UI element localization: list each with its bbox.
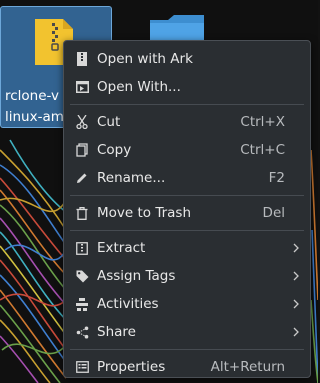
chevron-right-icon (293, 243, 299, 253)
chevron-right-icon (293, 299, 299, 309)
menu-item-label: Share (97, 324, 136, 340)
menu-separator (70, 104, 304, 105)
tag-icon (75, 269, 89, 283)
menu-item-copy[interactable]: Copy Ctrl+C (64, 136, 310, 164)
menu-item-label: Rename... (97, 170, 166, 186)
menu-item-activities[interactable]: Activities (64, 290, 310, 318)
menu-item-open-with[interactable]: Open With... (64, 73, 310, 101)
menu-item-label: Cut (97, 114, 121, 130)
copy-icon (75, 143, 89, 157)
menu-item-label: Properties (97, 359, 166, 375)
menu-item-properties[interactable]: Properties Alt+Return (64, 353, 310, 381)
menu-item-label: Extract (97, 240, 146, 256)
menu-separator (70, 230, 304, 231)
menu-item-shortcut: F2 (268, 170, 285, 186)
chevron-right-icon (293, 327, 299, 337)
properties-icon (75, 360, 89, 374)
chevron-right-icon (293, 271, 299, 281)
menu-item-shortcut: Del (262, 205, 285, 221)
menu-item-label: Copy (97, 142, 132, 158)
activities-icon (75, 297, 89, 311)
ark-icon (75, 52, 89, 66)
menu-item-label: Activities (97, 296, 159, 312)
menu-item-extract[interactable]: Extract (64, 234, 310, 262)
scissors-icon (75, 115, 89, 129)
menu-item-label: Open with Ark (97, 51, 193, 67)
menu-item-label: Open With... (97, 79, 181, 95)
open-with-icon (75, 80, 89, 94)
extract-icon (75, 241, 89, 255)
menu-item-share[interactable]: Share (64, 318, 310, 346)
menu-item-label: Move to Trash (97, 205, 192, 221)
menu-item-label: Assign Tags (97, 268, 176, 284)
context-menu: Open with Ark Open With... Cut Ctrl+X Co… (63, 40, 311, 378)
menu-item-shortcut: Alt+Return (210, 359, 285, 375)
menu-item-rename[interactable]: Rename... F2 (64, 164, 310, 192)
trash-icon (75, 206, 89, 220)
menu-item-shortcut: Ctrl+X (240, 114, 285, 130)
menu-item-move-to-trash[interactable]: Move to Trash Del (64, 199, 310, 227)
menu-separator (70, 195, 304, 196)
pencil-icon (75, 171, 89, 185)
menu-item-assign-tags[interactable]: Assign Tags (64, 262, 310, 290)
menu-item-open-with-ark[interactable]: Open with Ark (64, 45, 310, 73)
share-icon (75, 325, 89, 339)
menu-separator (70, 349, 304, 350)
menu-item-cut[interactable]: Cut Ctrl+X (64, 108, 310, 136)
menu-item-shortcut: Ctrl+C (240, 142, 285, 158)
